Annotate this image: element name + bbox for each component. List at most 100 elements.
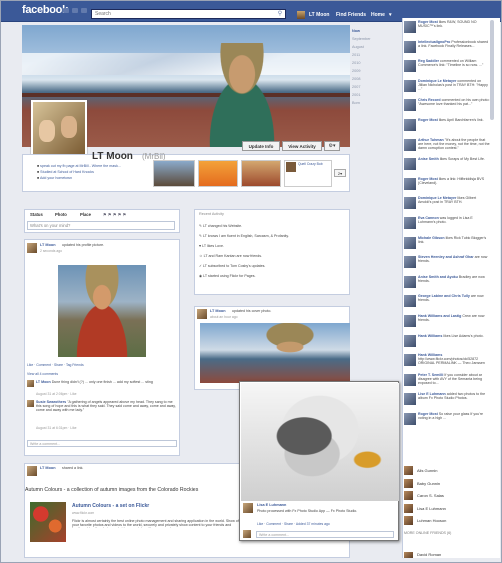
comment-2-time[interactable]: August 31 at 6:31pm · Like	[36, 426, 77, 430]
profile-picture[interactable]	[31, 100, 87, 156]
life-event-icon[interactable]: ⚑ ⚑ ⚑ ⚑ ⚑	[103, 212, 126, 217]
ticker-item[interactable]: Roger Most So raise your glass If you're…	[404, 412, 490, 428]
map-thumb[interactable]	[241, 160, 281, 187]
autumn-image[interactable]	[30, 502, 66, 542]
notifications-icon[interactable]	[81, 8, 87, 13]
ticker-item[interactable]: Eva Cannon was logged in Lisa E Luhmann'…	[404, 216, 490, 232]
year-2009[interactable]: 2009	[352, 67, 400, 75]
chat-avatar	[404, 478, 413, 488]
popup-comment-avatar[interactable]	[243, 530, 251, 538]
year-2011[interactable]: 2011	[352, 51, 400, 59]
ticker-item[interactable]: Arthur Tuhman "It's about the people tha…	[404, 138, 490, 154]
tab-status[interactable]: Status	[30, 212, 43, 217]
post-actions[interactable]: Like · Comment · Share · Tag Friends	[27, 363, 84, 367]
year-2001[interactable]: 2001	[352, 91, 400, 99]
tab-photo[interactable]: Photo	[55, 212, 67, 217]
comment-avatar[interactable]	[27, 400, 34, 407]
ticker-item[interactable]: Roger Most likes April Barchfarren's lin…	[404, 118, 490, 134]
popup-author[interactable]: Lisa E Luhmann	[257, 503, 286, 507]
ticker-item[interactable]: Anise Smith likes Scraps of My Best Life…	[404, 157, 490, 173]
post-author[interactable]: LT Moon	[40, 243, 56, 247]
info-hometown-text[interactable]: Add your hometown	[40, 176, 72, 180]
ticker-item[interactable]: Peter T. Semilli If you consider about a…	[404, 373, 490, 389]
account-dropdown-icon[interactable]: ▾	[389, 11, 392, 19]
chat-friend[interactable]: David Roman	[404, 552, 490, 558]
photos-thumb[interactable]	[198, 160, 238, 187]
ticker-item[interactable]: Chris Record commented on his own photo:…	[404, 98, 490, 114]
user-link[interactable]: LT Moon	[309, 11, 329, 19]
user-avatar[interactable]	[297, 11, 305, 19]
profile-photo-image[interactable]	[58, 265, 146, 357]
ticker-item[interactable]: Roger Most likes R&W, SOUND NO MUSIC™'s …	[404, 20, 490, 36]
find-friends-link[interactable]: Find Friends	[336, 11, 366, 19]
year-september[interactable]: September	[352, 35, 400, 43]
comment-1-author[interactable]: LT Moon	[36, 380, 51, 384]
ticker-text: Chris Record commented on his own photo:…	[418, 98, 490, 106]
more-online-friends[interactable]: MORE ONLINE FRIENDS (6)	[404, 531, 451, 535]
popup-comment-input[interactable]: Write a comment...	[256, 531, 394, 538]
search-input[interactable]: Search	[91, 9, 286, 19]
ticker-item[interactable]: Hank Williams likes Lise Adams's photo.	[404, 334, 490, 350]
view-activity-button[interactable]: View Activity	[282, 141, 322, 151]
more-sections-button[interactable]: 2▾	[334, 169, 346, 177]
ticker-item[interactable]: Anise Smith and Ayoku Bradley are now fr…	[404, 275, 490, 291]
year-august[interactable]: August	[352, 43, 400, 51]
messages-icon[interactable]	[72, 8, 78, 13]
home-link[interactable]: Home	[371, 11, 385, 19]
facebook-logo[interactable]: facebook	[22, 4, 68, 16]
post-author[interactable]: LT Moon	[40, 466, 56, 470]
popup-photo[interactable]	[241, 383, 399, 501]
chat-friend[interactable]: Lisa E Luhmann	[404, 503, 490, 514]
chat-friend[interactable]: Caron S. Salas	[404, 491, 490, 501]
ticker-avatar	[404, 354, 416, 367]
chat-friend[interactable]: Luhman Hooson	[404, 516, 490, 526]
tab-place[interactable]: Place	[80, 212, 91, 217]
popup-actions[interactable]: Like · Comment · Share · Added 37 minute…	[257, 522, 330, 526]
ticker-item[interactable]: Michale Gibson likes Rick Tubic Blogger'…	[404, 236, 490, 252]
search-icon[interactable]: ⚲	[276, 10, 284, 18]
chat-friend[interactable]: Baby Gunnin	[404, 478, 490, 489]
year-2007[interactable]: 2007	[352, 83, 400, 91]
link-title[interactable]: Autumn Colours - a set on Flickr	[72, 503, 149, 509]
comment-1-time[interactable]: August 31 at 2:06pm · Like	[36, 392, 77, 396]
status-input[interactable]: What's on your mind?	[27, 221, 175, 230]
recent-item: ◉ LT started using Flickr for Pages.	[199, 274, 256, 278]
likes-thumb[interactable]: Quell Crazy Bob	[284, 160, 332, 187]
update-info-button[interactable]: Update Info	[242, 141, 280, 151]
chat-friend[interactable]: Alis Gunnin	[404, 466, 490, 476]
ticker-item[interactable]: Reg Saddler commented on William Commerc…	[404, 59, 490, 75]
post-time[interactable]: 2 seconds ago	[40, 249, 62, 253]
ticker-item[interactable]: Lise E Luhmann added two photos to the a…	[404, 392, 490, 408]
friend-requests-icon[interactable]	[63, 8, 69, 13]
ticker-item[interactable]: Roger Most likes a link: Hilfbriddisja B…	[404, 177, 490, 193]
ticker-item[interactable]: Steven Heenley and Ashraf Ghar are now f…	[404, 255, 490, 271]
post-avatar[interactable]	[197, 309, 207, 319]
ticker-item[interactable]: Dominique Le Metayer likes Gilbert Amold…	[404, 196, 490, 212]
year-now[interactable]: Now	[352, 27, 400, 35]
comment-avatar[interactable]	[27, 380, 34, 387]
info-page-text[interactable]: speak out my fb page at MrBill - Where t…	[40, 164, 121, 168]
ticker-item[interactable]: IntellectualIgnoPro Professionbook share…	[404, 40, 490, 56]
post-author[interactable]: LT Moon	[210, 309, 226, 313]
view-all-comments[interactable]: View all 4 comments	[27, 372, 58, 376]
recent-item: ♥ LT likes Love.	[199, 244, 224, 248]
ticker-scrollbar[interactable]	[490, 20, 494, 120]
ticker-item[interactable]: George Labine and Chris Tully are now fr…	[404, 294, 490, 310]
gear-icon[interactable]: ⚙▾	[324, 141, 340, 151]
popup-avatar[interactable]	[243, 503, 253, 513]
ticker-item[interactable]: Hank Williams and Lastig Crew are now fr…	[404, 314, 490, 330]
post-avatar[interactable]	[27, 466, 37, 476]
ticker-item[interactable]: Hank Williams http://www.flickr.com/phot…	[404, 353, 490, 369]
ticker-item[interactable]: Dominique Le Metayer commented on Jillia…	[404, 79, 490, 95]
post-time[interactable]: about an hour ago	[210, 315, 238, 319]
post-avatar[interactable]	[27, 243, 37, 253]
year-2010[interactable]: 2010	[352, 59, 400, 67]
year-2008[interactable]: 2008	[352, 75, 400, 83]
year-born[interactable]: Born	[352, 99, 400, 107]
cover-photo-thumb[interactable]	[200, 323, 350, 383]
comment-input[interactable]: Write a comment...	[27, 440, 177, 447]
ticker-avatar	[404, 158, 416, 171]
info-studied-text[interactable]: Studied at School of Hard Knocks	[40, 170, 94, 174]
post-text: updated his cover photo.	[232, 309, 272, 313]
friends-thumb[interactable]	[153, 160, 195, 187]
